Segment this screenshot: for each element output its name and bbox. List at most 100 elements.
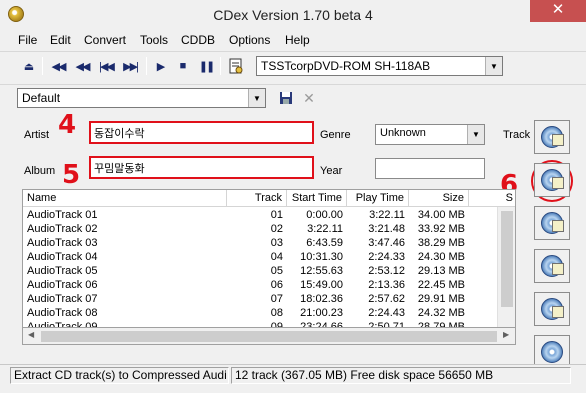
chevron-down-icon[interactable]: ▼ — [467, 125, 484, 144]
menu-tools[interactable]: Tools — [140, 33, 168, 47]
cd-partial-icon — [541, 212, 564, 234]
vertical-scroll-thumb[interactable] — [501, 211, 513, 307]
column-header-name[interactable]: Name — [23, 190, 227, 207]
profile-select[interactable]: Default ▼ — [17, 88, 266, 108]
cell-size: 33.92 MB — [417, 223, 465, 235]
genre-select[interactable]: Unknown ▼ — [375, 124, 485, 145]
title-bar: CDex Version 1.70 beta 4 ✕ — [0, 0, 586, 30]
cell-track: 04 — [270, 251, 283, 263]
cd-to-wave-icon — [541, 126, 564, 148]
menu-edit[interactable]: Edit — [50, 33, 71, 47]
stop-icon[interactable]: ■ — [172, 56, 192, 76]
convert-compressed-button[interactable] — [534, 292, 570, 326]
year-input[interactable] — [375, 158, 485, 179]
table-row[interactable]: AudioTrack 03 03 6:43.59 3:47.46 38.29 MB — [23, 236, 497, 250]
table-row[interactable]: AudioTrack 06 06 15:49.00 2:13.36 22.45 MB — [23, 278, 497, 292]
extract-to-wav-button[interactable] — [534, 120, 570, 154]
cell-track: 09 — [270, 321, 283, 328]
extract-to-compressed-button[interactable] — [534, 163, 570, 197]
cell-start-time: 18:02.36 — [300, 293, 343, 305]
cell-name: AudioTrack 06 — [27, 279, 98, 291]
table-row[interactable]: AudioTrack 02 02 3:22.11 3:21.48 33.92 MB — [23, 222, 497, 236]
cell-start-time: 10:31.30 — [300, 251, 343, 263]
cd-info-icon[interactable] — [226, 56, 246, 76]
column-header-status[interactable]: S — [469, 190, 515, 207]
cell-play-time: 2:50.71 — [368, 321, 405, 328]
scroll-right-icon[interactable]: ▶ — [503, 330, 509, 339]
table-row[interactable]: AudioTrack 08 08 21:00.23 2:24.43 24.32 MB — [23, 306, 497, 320]
horizontal-scrollbar[interactable]: ◀ ▶ — [22, 328, 516, 345]
close-button[interactable]: ✕ — [530, 0, 586, 22]
cd-to-compressed-icon — [541, 169, 564, 191]
skip-forward-icon[interactable]: ▶▶| — [120, 56, 140, 76]
cell-name: AudioTrack 01 — [27, 209, 98, 221]
cell-play-time: 2:13.36 — [368, 279, 405, 291]
cell-start-time: 6:43.59 — [306, 237, 343, 249]
cell-name: AudioTrack 02 — [27, 223, 98, 235]
table-row[interactable]: AudioTrack 07 07 18:02.36 2:57.62 29.91 MB — [23, 292, 497, 306]
transport-toolbar: ⏏ ◀◀ ◀◀ |◀◀ ▶▶| ▶ ■ ❚❚ TSSTcorpDVD-ROM S… — [0, 51, 586, 79]
column-header-play-time[interactable]: Play Time — [347, 190, 409, 207]
play-icon[interactable]: ▶ — [150, 56, 170, 76]
cell-start-time: 21:00.23 — [300, 307, 343, 319]
cell-size: 29.13 MB — [417, 265, 465, 277]
menu-options[interactable]: Options — [229, 33, 270, 47]
cell-track: 06 — [270, 279, 283, 291]
track-list-header: Name Track Start Time Play Time Size S — [23, 190, 515, 207]
pause-icon[interactable]: ❚❚ — [196, 56, 216, 76]
rewind-icon[interactable]: ◀◀ — [48, 56, 68, 76]
track-list[interactable]: Name Track Start Time Play Time Size S A… — [22, 189, 516, 328]
table-row[interactable]: AudioTrack 09 09 23:24.66 2:50.71 28.79 MB — [23, 320, 497, 328]
cell-start-time: 12:55.63 — [300, 265, 343, 277]
save-profile-icon[interactable] — [276, 88, 296, 108]
cell-play-time: 3:22.11 — [369, 209, 405, 221]
wave-convert-icon — [541, 255, 564, 277]
cell-size: 22.45 MB — [417, 279, 465, 291]
table-row[interactable]: AudioTrack 04 04 10:31.30 2:24.33 24.30 MB — [23, 250, 497, 264]
drive-select[interactable]: TSSTcorpDVD-ROM SH-118AB ▼ — [256, 56, 503, 76]
vertical-scrollbar[interactable] — [497, 207, 515, 327]
toolbar-separator — [42, 57, 43, 75]
cell-track: 02 — [270, 223, 283, 235]
cell-size: 29.91 MB — [417, 293, 465, 305]
menu-help[interactable]: Help — [285, 33, 310, 47]
cell-play-time: 2:24.33 — [368, 251, 405, 263]
convert-wav-button[interactable] — [534, 249, 570, 283]
year-label: Year — [320, 165, 343, 177]
cell-name: AudioTrack 07 — [27, 293, 98, 305]
cell-play-time: 3:21.48 — [368, 223, 405, 235]
column-header-size[interactable]: Size — [409, 190, 469, 207]
record-disc-icon — [541, 341, 563, 363]
eject-icon[interactable]: ⏏ — [18, 56, 38, 76]
chevron-down-icon[interactable]: ▼ — [485, 57, 502, 75]
cell-size: 24.30 MB — [417, 251, 465, 263]
column-header-track[interactable]: Track — [227, 190, 287, 207]
skip-back-icon[interactable]: |◀◀ — [96, 56, 116, 76]
genre-label: Genre — [320, 129, 351, 141]
delete-profile-icon[interactable]: ✕ — [298, 88, 318, 108]
scroll-left-icon[interactable]: ◀ — [28, 330, 34, 339]
menu-convert[interactable]: Convert — [84, 33, 126, 47]
cell-size: 38.29 MB — [417, 237, 465, 249]
cell-play-time: 2:24.43 — [368, 307, 405, 319]
table-row[interactable]: AudioTrack 05 05 12:55.63 2:53.12 29.13 MB — [23, 264, 497, 278]
previous-track-icon[interactable]: ◀◀ — [72, 56, 92, 76]
cell-name: AudioTrack 08 — [27, 307, 98, 319]
menu-cddb[interactable]: CDDB — [181, 33, 215, 47]
toolbar-separator — [146, 57, 147, 75]
column-header-start-time[interactable]: Start Time — [287, 190, 347, 207]
menu-bar: File Edit Convert Tools CDDB Options Hel… — [0, 30, 586, 50]
cell-start-time: 0:00.00 — [306, 209, 343, 221]
artist-label: Artist — [24, 129, 50, 141]
status-summary: 12 track (367.05 MB) Free disk space 566… — [231, 367, 571, 384]
extract-partial-button[interactable] — [534, 206, 570, 240]
chevron-down-icon[interactable]: ▼ — [248, 89, 265, 107]
horizontal-scroll-thumb[interactable] — [41, 331, 497, 342]
cell-name: AudioTrack 03 — [27, 237, 98, 249]
cell-track: 08 — [270, 307, 283, 319]
menu-file[interactable]: File — [18, 33, 37, 47]
track-label: Track — [503, 129, 531, 141]
cell-track: 05 — [270, 265, 283, 277]
table-row[interactable]: AudioTrack 01 01 0:00.00 3:22.11 34.00 MB — [23, 208, 497, 222]
annotation-number: 4 — [58, 110, 77, 140]
